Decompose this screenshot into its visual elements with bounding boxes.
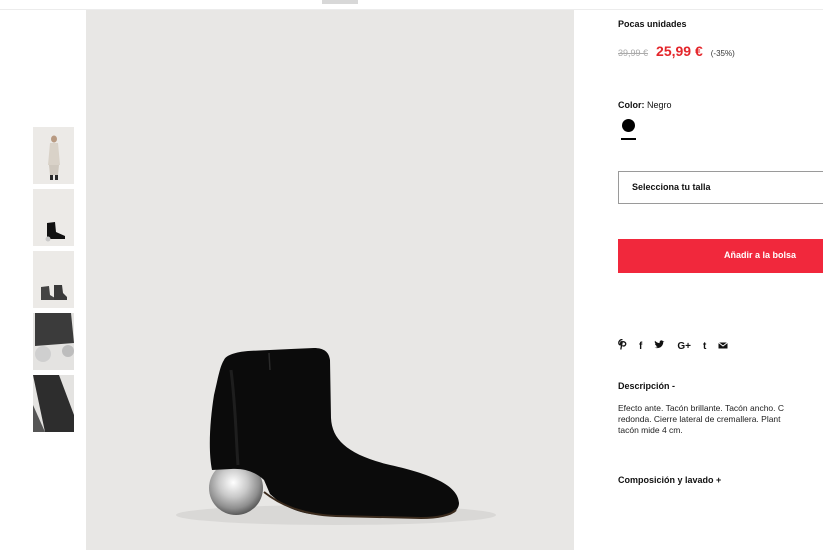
thumbnail-boot-pair[interactable] (33, 251, 74, 308)
facebook-icon[interactable]: f (639, 341, 642, 353)
thumbnail-boot-side[interactable] (33, 189, 74, 246)
pinterest-icon[interactable] (618, 338, 627, 354)
color-swatch-black[interactable] (622, 119, 635, 132)
share-bar: f G+ t (618, 338, 740, 354)
description-text: Efecto ante. Tacón brillante. Tacón anch… (618, 403, 823, 436)
google-plus-icon[interactable]: G+ (677, 341, 691, 353)
thumbnail-heel-detail[interactable] (33, 313, 74, 370)
size-select[interactable]: Selecciona tu talla (618, 171, 823, 204)
add-to-bag-button[interactable]: Añadir a la bolsa (618, 239, 823, 273)
color-label-key: Color: (618, 100, 645, 110)
stock-notice: Pocas unidades (618, 19, 687, 29)
description-line: Efecto ante. Tacón brillante. Tacón anch… (618, 403, 785, 413)
color-value: Negro (647, 100, 672, 110)
old-price: 39,99 € (618, 48, 649, 58)
thumbnail-list (33, 127, 74, 437)
top-tab[interactable] (322, 0, 358, 4)
tumblr-icon[interactable]: t (703, 341, 706, 353)
product-page: Pocas unidades 39,99 € 25,99 € (-35%) Co… (0, 0, 823, 550)
color-label: Color: Negro (618, 100, 672, 110)
thumbnail-model[interactable] (33, 127, 74, 184)
description-toggle[interactable]: Descripción - (618, 381, 675, 391)
email-icon[interactable] (718, 341, 729, 353)
main-product-image[interactable] (86, 10, 574, 550)
composition-toggle[interactable]: Composición y lavado + (618, 475, 721, 485)
description-line: redonda. Cierre lateral de cremallera. P… (618, 414, 781, 424)
add-to-bag-label: Añadir a la bolsa (724, 250, 797, 260)
thumbnail-boot-closeup[interactable] (33, 375, 74, 432)
size-select-label: Selecciona tu talla (632, 182, 711, 192)
price-row: 39,99 € 25,99 € (-35%) (618, 43, 735, 59)
sale-price: 25,99 € (656, 43, 703, 59)
swatch-selected-indicator (621, 138, 636, 140)
discount-badge: (-35%) (710, 49, 735, 58)
description-line: tacón mide 4 cm. (618, 425, 683, 435)
twitter-icon[interactable] (654, 340, 665, 353)
